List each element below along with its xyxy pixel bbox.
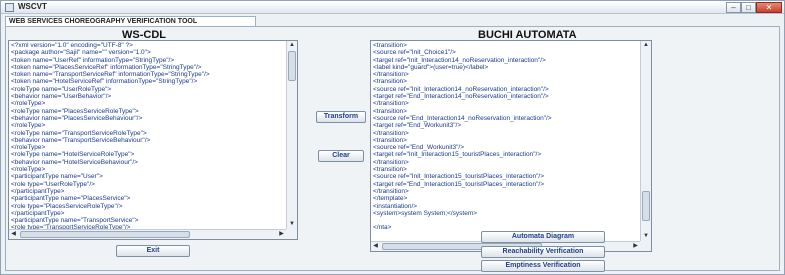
code-line: <roleType name="HotelServiceRoleType"> [11,151,135,159]
code-line: <token name="TransportServiceRef" inform… [11,71,210,79]
code-line: <source ref="Init_Interaction15_touristP… [373,173,545,181]
scroll-thumb[interactable] [288,51,296,81]
code-line: <participantType name="TransportService"… [11,217,139,225]
code-line: <behavior name="UserBehavior"/> [11,93,112,101]
scroll-right-icon[interactable]: ▶ [277,230,286,239]
code-line: </transition> [373,158,409,166]
code-line: <role type="PlacesServiceRoleType"/> [11,202,123,210]
code-line: <transition> [373,166,407,174]
buchi-vertical-scrollbar[interactable]: ▲ ▼ [640,41,651,241]
maximize-icon[interactable]: □ [741,2,756,13]
ws-cdl-horizontal-scrollbar[interactable]: ◀ ▶ [9,229,286,239]
code-line: </participantType> [11,209,65,217]
buchi-automata-text: <transition> <source ref="Init_Choice1"/>… [373,42,639,232]
code-line: <roleType name="UserRoleType"> [11,85,112,93]
code-line: <source ref="Init_Interaction14_noReserv… [373,85,549,93]
code-line: <token name="PlacesServiceRef" informati… [11,63,202,71]
automata-diagram-button[interactable]: Automata Diagram [481,231,605,243]
scroll-left-icon[interactable]: ◀ [371,242,380,251]
code-line: <token name="HotelServiceRef" informatio… [11,78,198,86]
code-line: <participantType name="PlacesService"> [11,195,131,203]
code-line: <behavior name="HotelServiceBehaviour"/> [11,158,138,166]
code-line: <transition> [373,78,407,86]
ws-cdl-vertical-scrollbar[interactable]: ▲ ▼ [286,41,297,229]
code-line: <transition> [373,136,407,144]
code-line: <target ref="Init_Interaction15_touristP… [373,151,542,159]
scroll-corner [640,241,651,251]
transform-button[interactable]: Transform [316,111,366,123]
buchi-automata-textarea[interactable]: <transition> <source ref="Init_Choice1"/>… [370,40,652,252]
code-line: <transition> [373,107,407,115]
code-line: <token name="UserRef" informationType="S… [11,56,175,64]
code-line: <participantType name="User"> [11,173,103,181]
scroll-thumb[interactable] [642,191,650,221]
scroll-up-icon[interactable]: ▲ [641,41,651,50]
code-line: </participantType> [11,187,65,195]
scroll-thumb[interactable] [20,231,190,238]
scroll-up-icon[interactable]: ▲ [287,41,297,50]
code-line: </template> [373,195,408,203]
title-bar[interactable]: WSCVT – □ ✕ [1,1,784,14]
scroll-down-icon[interactable]: ▼ [641,232,651,241]
code-line: <transition> [373,42,407,49]
app-window: WSCVT – □ ✕ WEB SERVICES CHOREOGRAPHY VE… [0,0,785,275]
code-line: <roleType name="TransportServiceRoleType… [11,129,147,137]
close-icon[interactable]: ✕ [756,2,782,13]
code-line: <label kind="guard">(user=true)</label> [373,63,489,71]
code-line: <source ref="Init_Choice1"/> [373,49,456,57]
code-line: <role type="UserRoleType"/> [11,180,95,188]
window-controls: – □ ✕ [726,2,782,13]
exit-button[interactable]: Exit [116,245,190,257]
code-line: </roleType> [11,122,46,130]
code-line: </roleType> [11,166,46,174]
scroll-right-icon[interactable]: ▶ [631,242,640,251]
code-line: </transition> [373,187,409,195]
emptiness-verification-button[interactable]: Emptiness Verification [481,260,605,272]
code-line: <source ref="End_Workunit3"/> [373,144,465,152]
reachability-verification-button[interactable]: Reachability Verification [481,246,605,258]
app-icon [5,3,14,12]
code-line: <package author="Sajil" name="" version=… [11,49,151,57]
code-line: </roleType> [11,100,46,108]
code-line: <behavior name="TransportServiceBehaviou… [11,136,151,144]
code-line: <roleType name="PlacesServiceRoleType"> [11,107,139,115]
clear-button[interactable]: Clear [318,150,364,162]
ws-cdl-textarea[interactable]: <?xml version="1.0" encoding="UTF-8" ?> <… [8,40,298,240]
code-line: </transition> [373,71,409,79]
code-line: <instantiation/> [373,202,418,210]
code-line: <target ref="End_Interaction14_noReserva… [373,93,549,101]
code-line: <?xml version="1.0" encoding="UTF-8" ?> [11,42,133,49]
code-line: </roleType> [11,144,46,152]
code-line: <target ref="End_Workunit3"/> [373,122,462,130]
ws-cdl-text: <?xml version="1.0" encoding="UTF-8" ?> <… [11,42,285,232]
window-title: WSCVT [18,2,47,11]
minimize-icon[interactable]: – [726,2,741,13]
code-line: <target ref="End_Interaction15_touristPl… [373,180,545,188]
code-line: <source ref="End_Interaction14_noReserva… [373,114,552,122]
code-line: </transition> [373,100,409,108]
scroll-corner [286,229,297,239]
main-panel: WS-CDL BUCHI AUTOMATA <?xml version="1.0… [5,26,780,272]
code-line: <behavior name="PlacesServiceBehaviour"/… [11,114,143,122]
code-line: <target ref="Init_Interaction14_noReserv… [373,56,546,64]
code-line: </transition> [373,129,409,137]
scroll-left-icon[interactable]: ◀ [9,230,18,239]
scroll-down-icon[interactable]: ▼ [287,220,297,229]
code-line: <system>system System;</system> [373,209,478,217]
